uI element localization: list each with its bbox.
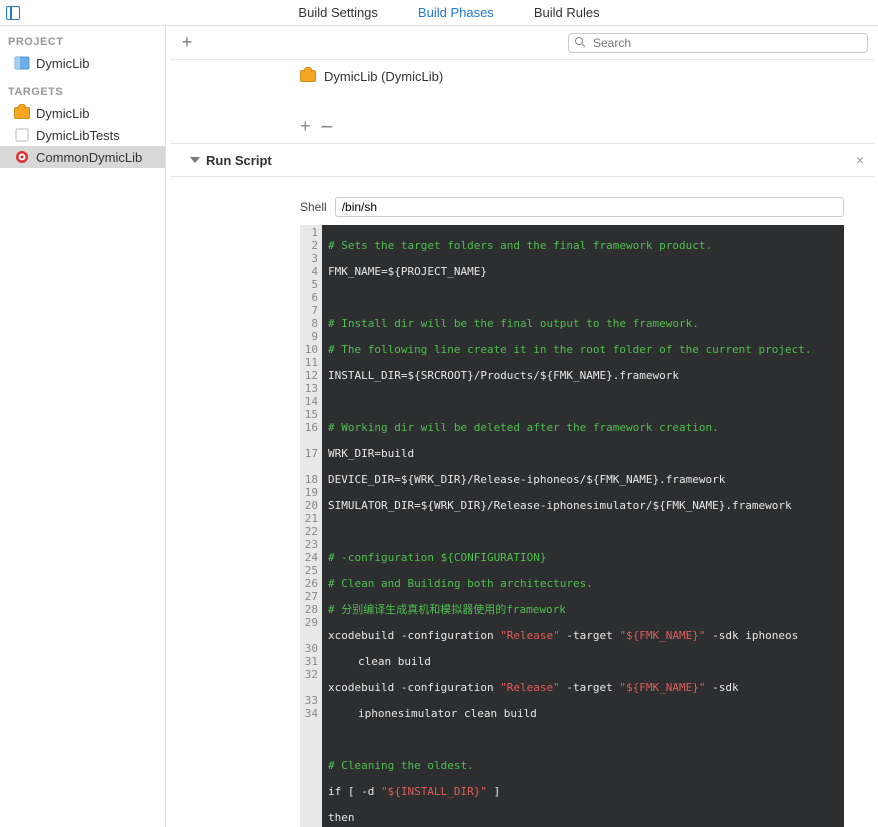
target-label: DymicLibTests [36, 128, 120, 143]
target-item-common[interactable]: CommonDymicLib [0, 146, 165, 168]
phase-title: Run Script [206, 153, 272, 168]
panel-toggle-icon[interactable] [6, 6, 20, 20]
targets-section-header: TARGETS [0, 82, 165, 102]
script-editor[interactable]: 12345678910111213141516 17 1819202122232… [300, 225, 844, 827]
project-label: DymicLib [36, 56, 89, 71]
framework-icon [300, 68, 316, 84]
dependency-label: DymicLib (DymicLib) [324, 69, 443, 84]
phase-header[interactable]: Run Script × [170, 143, 874, 177]
build-tabs: Build Settings Build Phases Build Rules [20, 5, 878, 20]
content-area: + DymicLib (DymicLib) + − Run Script × S… [166, 26, 878, 827]
tab-build-phases[interactable]: Build Phases [418, 5, 494, 20]
target-item-dymiclib[interactable]: DymicLib [0, 102, 165, 124]
tests-icon [14, 127, 30, 143]
remove-dependency-button[interactable]: − [321, 120, 334, 134]
add-dependency-button[interactable]: + [300, 116, 311, 137]
project-item[interactable]: DymicLib [0, 52, 165, 74]
target-label: CommonDymicLib [36, 150, 142, 165]
search-input[interactable] [568, 33, 868, 53]
target-item-tests[interactable]: DymicLibTests [0, 124, 165, 146]
add-phase-button[interactable]: + [178, 32, 196, 53]
shell-input[interactable] [335, 197, 844, 217]
xcodeproj-icon [14, 55, 30, 71]
shell-label: Shell [300, 200, 327, 214]
dependency-row[interactable]: DymicLib (DymicLib) [170, 60, 874, 92]
remove-phase-button[interactable]: × [856, 152, 864, 168]
framework-icon [14, 105, 30, 121]
script-code[interactable]: # Sets the target folders and the final … [322, 225, 817, 827]
aggregate-target-icon [14, 149, 30, 165]
tab-build-rules[interactable]: Build Rules [534, 5, 600, 20]
project-section-header: PROJECT [0, 32, 165, 52]
tab-build-settings[interactable]: Build Settings [298, 5, 378, 20]
topbar: Build Settings Build Phases Build Rules [0, 0, 878, 26]
sidebar: PROJECT DymicLib TARGETS DymicLib DymicL… [0, 26, 166, 827]
target-label: DymicLib [36, 106, 89, 121]
disclosure-icon[interactable] [190, 157, 200, 168]
line-gutter: 12345678910111213141516 17 1819202122232… [300, 225, 322, 827]
